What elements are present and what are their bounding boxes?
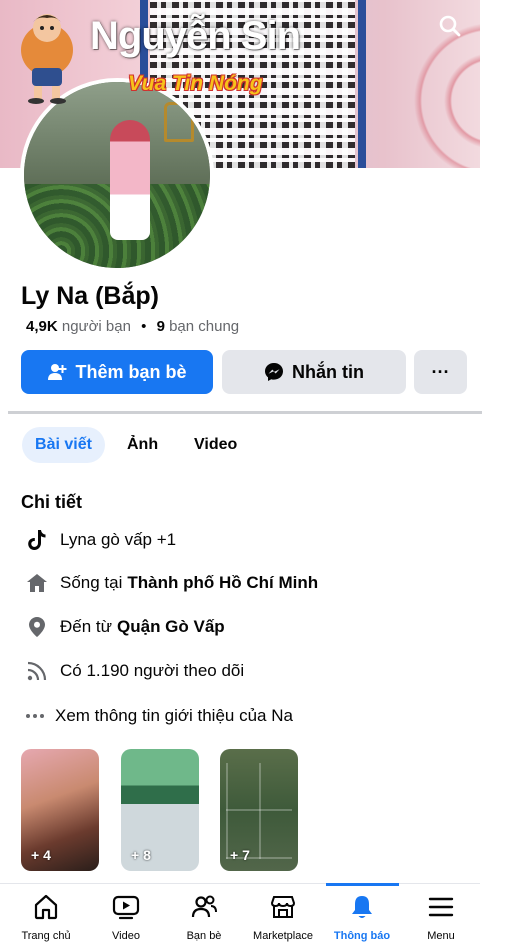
nav-notifications-label: Thông báo	[333, 930, 391, 942]
nav-menu-label: Menu	[427, 930, 455, 942]
mutual-count: 9	[156, 318, 165, 335]
more-options-icon: ···	[431, 361, 450, 382]
avatar-lamp	[164, 102, 194, 142]
tab-photos[interactable]: Ảnh	[127, 427, 158, 463]
messenger-icon	[264, 362, 284, 382]
lives-prefix: Sống tại	[60, 573, 123, 592]
profile-avatar[interactable]	[20, 78, 214, 272]
featured-photo-3[interactable]: + 7	[220, 749, 298, 871]
profile-stats: 4,9K người bạn • 9 bạn chung	[26, 318, 239, 335]
nav-marketplace-label: Marketplace	[253, 930, 313, 942]
mutual-label: bạn chung	[169, 318, 240, 335]
nav-friends[interactable]: Bạn bè	[164, 892, 244, 942]
search-button[interactable]	[432, 8, 468, 44]
location-pin-icon	[24, 616, 50, 638]
search-icon	[439, 15, 461, 37]
more-options-button[interactable]: ···	[414, 350, 467, 394]
home-location-icon	[24, 573, 50, 593]
message-button[interactable]: Nhắn tin	[222, 350, 406, 394]
nav-friends-label: Bạn bè	[186, 930, 222, 942]
details-title: Chi tiết	[21, 492, 82, 512]
detail-from: Đến từ Quận Gò Vấp	[24, 614, 225, 640]
watermark-subtitle: Vua Tin Nóng	[128, 72, 263, 95]
marketplace-icon	[243, 892, 323, 922]
from-place[interactable]: Quận Gò Vấp	[117, 617, 225, 637]
friends-count: 4,9K	[26, 318, 58, 335]
watermark-mascot-logo	[21, 14, 73, 104]
from-prefix: Đến từ	[60, 617, 113, 636]
nav-home[interactable]: Trang chủ	[6, 892, 86, 942]
bell-icon	[322, 892, 402, 922]
detail-lives-in: Sống tại Thành phố Hồ Chí Minh	[24, 570, 318, 596]
menu-icon	[401, 892, 481, 922]
separator-dot: •	[141, 318, 147, 335]
add-friend-label: Thêm bạn bè	[75, 361, 187, 382]
detail-followers[interactable]: Có 1.190 người theo dõi	[24, 658, 244, 684]
nav-notifications[interactable]: Thông báo	[322, 892, 402, 942]
followers-text: Có 1.190 người theo dõi	[60, 661, 245, 680]
video-icon	[86, 892, 166, 922]
nav-menu[interactable]: Menu	[401, 892, 481, 942]
nav-video[interactable]: Video	[86, 892, 166, 942]
active-tab-indicator	[326, 883, 399, 886]
tiktok-icon	[24, 529, 50, 551]
see-more-text: Xem thông tin giới thiệu của Na	[55, 706, 293, 725]
profile-name: Ly Na (Bắp)	[21, 282, 159, 310]
tiktok-text: Lyna gò vấp +1	[60, 530, 177, 549]
photo-grid	[226, 763, 292, 859]
add-friend-icon	[47, 362, 67, 382]
nav-marketplace[interactable]: Marketplace	[243, 892, 323, 942]
nav-video-label: Video	[112, 930, 140, 942]
friends-icon	[164, 892, 244, 922]
ellipsis-icon	[24, 713, 46, 719]
lives-place[interactable]: Thành phố Hồ Chí Minh	[127, 573, 318, 593]
tab-posts[interactable]: Bài viết	[22, 427, 105, 463]
add-friend-button[interactable]: Thêm bạn bè	[21, 350, 213, 394]
photo-count: + 7	[230, 847, 250, 863]
bottom-navigation: Trang chủ Video Bạn bè Marketplace Thông…	[0, 883, 480, 946]
message-label: Nhắn tin	[292, 361, 364, 382]
nav-home-label: Trang chủ	[21, 930, 71, 942]
featured-photo-2[interactable]: + 8	[121, 749, 199, 871]
section-divider	[8, 411, 482, 414]
detail-see-more[interactable]: Xem thông tin giới thiệu của Na	[24, 703, 293, 729]
detail-tiktok[interactable]: Lyna gò vấp +1	[24, 527, 176, 553]
watermark-title: Nguyễn Sin	[90, 14, 301, 58]
home-icon	[6, 892, 86, 922]
photo-count: + 4	[31, 847, 51, 863]
rss-followers-icon	[24, 661, 50, 681]
featured-photo-1[interactable]: + 4	[21, 749, 99, 871]
avatar-person	[110, 120, 150, 240]
friends-label: người bạn	[61, 318, 131, 335]
photo-count: + 8	[131, 847, 151, 863]
tab-video[interactable]: Video	[194, 427, 237, 463]
